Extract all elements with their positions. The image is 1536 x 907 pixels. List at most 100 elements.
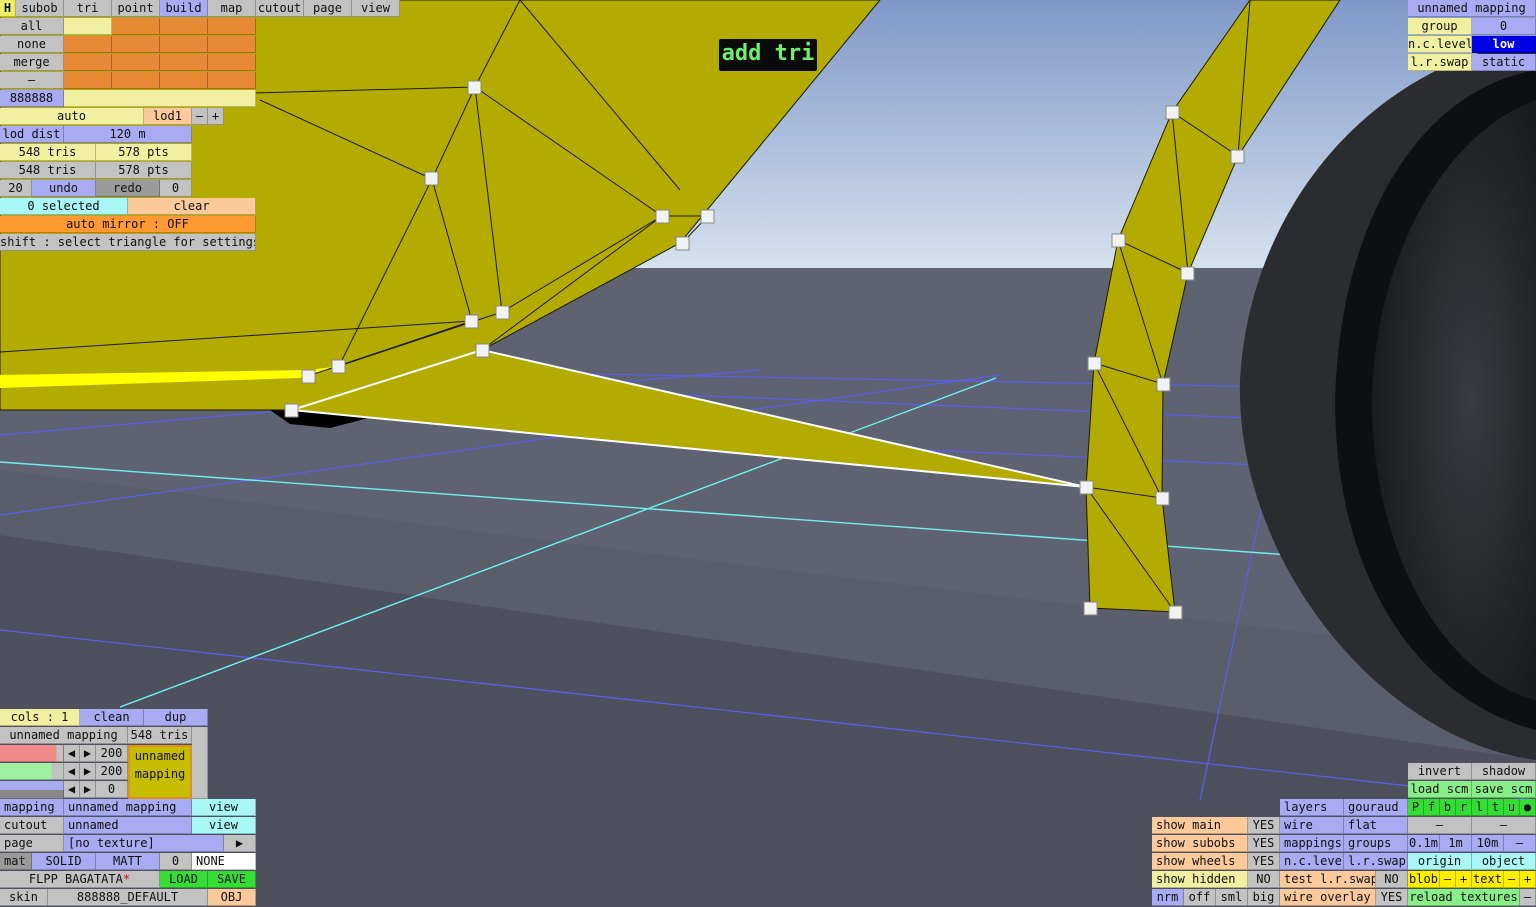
tab-subob[interactable]: subob (16, 0, 64, 17)
clean-button[interactable]: clean (80, 709, 144, 726)
object-button[interactable]: object (1472, 853, 1536, 870)
mapping-title[interactable]: unnamed mapping (1408, 0, 1536, 17)
load-button[interactable]: LOAD (160, 871, 208, 888)
flat-button[interactable]: flat (1344, 817, 1408, 834)
merge-swatch[interactable] (112, 54, 160, 71)
minus-swatch[interactable] (64, 72, 112, 89)
mat-matt-button[interactable]: MATT (96, 853, 160, 870)
view-u-button[interactable]: u (1504, 799, 1520, 816)
minus-swatch[interactable] (112, 72, 160, 89)
cutout-view-button[interactable]: view (192, 817, 256, 834)
view-p-button[interactable]: P (1408, 799, 1424, 816)
wire-overlay-value[interactable]: YES (1376, 889, 1408, 906)
select-all-button[interactable]: all (0, 18, 64, 35)
layers-button[interactable]: layers (1280, 799, 1344, 816)
size-off-button[interactable]: off (1184, 889, 1216, 906)
tab-view[interactable]: view (352, 0, 400, 17)
select-all-swatch[interactable] (64, 18, 112, 35)
nc-level-button[interactable]: n.c.level (1280, 853, 1344, 870)
page-next-icon[interactable]: ▶ (224, 835, 256, 852)
tab-cutout[interactable]: cutout (256, 0, 304, 17)
tab-h[interactable]: H (0, 0, 16, 17)
merge-swatch[interactable] (160, 54, 208, 71)
save-scm-button[interactable]: save scm (1472, 781, 1536, 798)
show-subobs-toggle[interactable]: show subobs (1152, 835, 1248, 852)
select-all-swatch[interactable] (208, 18, 256, 35)
text-plus-button[interactable]: + (1520, 871, 1536, 888)
red-slider-right[interactable]: ▶ (80, 745, 96, 762)
lod-auto-button[interactable]: auto (0, 108, 144, 125)
test-lr-swap-value[interactable]: NO (1376, 871, 1408, 888)
red-slider-left[interactable]: ◀ (64, 745, 80, 762)
mat-value[interactable]: 0 (160, 853, 192, 870)
size-big-button[interactable]: big (1248, 889, 1280, 906)
group-value[interactable]: 0 (1472, 18, 1536, 35)
select-none-swatch[interactable] (112, 36, 160, 53)
wire-overlay-toggle[interactable]: wire overlay (1280, 889, 1376, 906)
test-lr-swap-toggle[interactable]: test l.r.swap (1280, 871, 1376, 888)
skin-select[interactable]: 888888_DEFAULT (48, 889, 208, 906)
page-select[interactable]: [no texture] (64, 835, 224, 852)
tab-tri[interactable]: tri (64, 0, 112, 17)
show-hidden-toggle[interactable]: show hidden (1152, 871, 1248, 888)
view-r-button[interactable]: r (1456, 799, 1472, 816)
show-hidden-value[interactable]: NO (1248, 871, 1280, 888)
select-none-swatch[interactable] (208, 36, 256, 53)
blue-slider-right[interactable]: ▶ (80, 781, 96, 798)
blob-toggle[interactable]: blob (1408, 871, 1440, 888)
minus-button[interactable]: – (0, 72, 64, 89)
color-code-swatch[interactable] (64, 90, 256, 107)
red-value[interactable]: 200 (96, 745, 128, 762)
merge-button[interactable]: merge (0, 54, 64, 71)
size-nrm-button[interactable]: nrm (1152, 889, 1184, 906)
gouraud-button[interactable]: gouraud (1344, 799, 1408, 816)
shadow-button[interactable]: shadow (1472, 763, 1536, 780)
grid-10m-button[interactable]: 10m (1472, 835, 1504, 852)
grid-1m-button[interactable]: 1m (1440, 835, 1472, 852)
lr-swap-button[interactable]: l.r.swap (1344, 853, 1408, 870)
green-slider-right[interactable]: ▶ (80, 763, 96, 780)
grid-minus-button[interactable]: – (1504, 835, 1536, 852)
dash-button-2[interactable]: – (1472, 817, 1536, 834)
merge-swatch[interactable] (208, 54, 256, 71)
lr-swap-value[interactable]: static (1472, 54, 1536, 71)
mapping-color-swatch[interactable]: unnamed mapping (128, 745, 192, 799)
show-wheels-value[interactable]: YES (1248, 853, 1280, 870)
show-main-toggle[interactable]: show main (1152, 817, 1248, 834)
green-slider[interactable] (0, 763, 64, 780)
groups-button[interactable]: groups (1344, 835, 1408, 852)
invert-button[interactable]: invert (1408, 763, 1472, 780)
select-none-swatch[interactable] (64, 36, 112, 53)
select-all-swatch[interactable] (112, 18, 160, 35)
mapping-view-button[interactable]: view (192, 799, 256, 816)
select-all-swatch[interactable] (160, 18, 208, 35)
lod-dist-value[interactable]: 120 m (64, 126, 192, 143)
nc-level-value[interactable]: low (1472, 36, 1536, 53)
green-slider-left[interactable]: ◀ (64, 763, 80, 780)
tab-page[interactable]: page (304, 0, 352, 17)
wire-button[interactable]: wire (1280, 817, 1344, 834)
clear-selection-button[interactable]: clear (128, 198, 256, 215)
save-button[interactable]: SAVE (208, 871, 256, 888)
mappings-button[interactable]: mappings (1280, 835, 1344, 852)
tab-point[interactable]: point (112, 0, 160, 17)
tab-build[interactable]: build (160, 0, 208, 17)
mapping-select[interactable]: unnamed mapping (64, 799, 192, 816)
mat-solid-button[interactable]: SOLID (32, 853, 96, 870)
minus-swatch[interactable] (160, 72, 208, 89)
merge-swatch[interactable] (64, 54, 112, 71)
lod-plus-button[interactable]: + (208, 108, 224, 125)
lod-minus-button[interactable]: – (192, 108, 208, 125)
blob-plus-button[interactable]: + (1456, 871, 1472, 888)
dup-button[interactable]: dup (144, 709, 208, 726)
auto-mirror-toggle[interactable]: auto mirror : OFF (0, 216, 256, 233)
blue-slider-left[interactable]: ◀ (64, 781, 80, 798)
text-minus-button[interactable]: – (1504, 871, 1520, 888)
view-l-button[interactable]: l (1472, 799, 1488, 816)
blob-minus-button[interactable]: – (1440, 871, 1456, 888)
lod1-button[interactable]: lod1 (144, 108, 192, 125)
select-none-swatch[interactable] (160, 36, 208, 53)
minus-swatch[interactable] (208, 72, 256, 89)
reload-textures-button[interactable]: reload textures (1408, 889, 1520, 906)
red-slider[interactable] (0, 745, 64, 762)
